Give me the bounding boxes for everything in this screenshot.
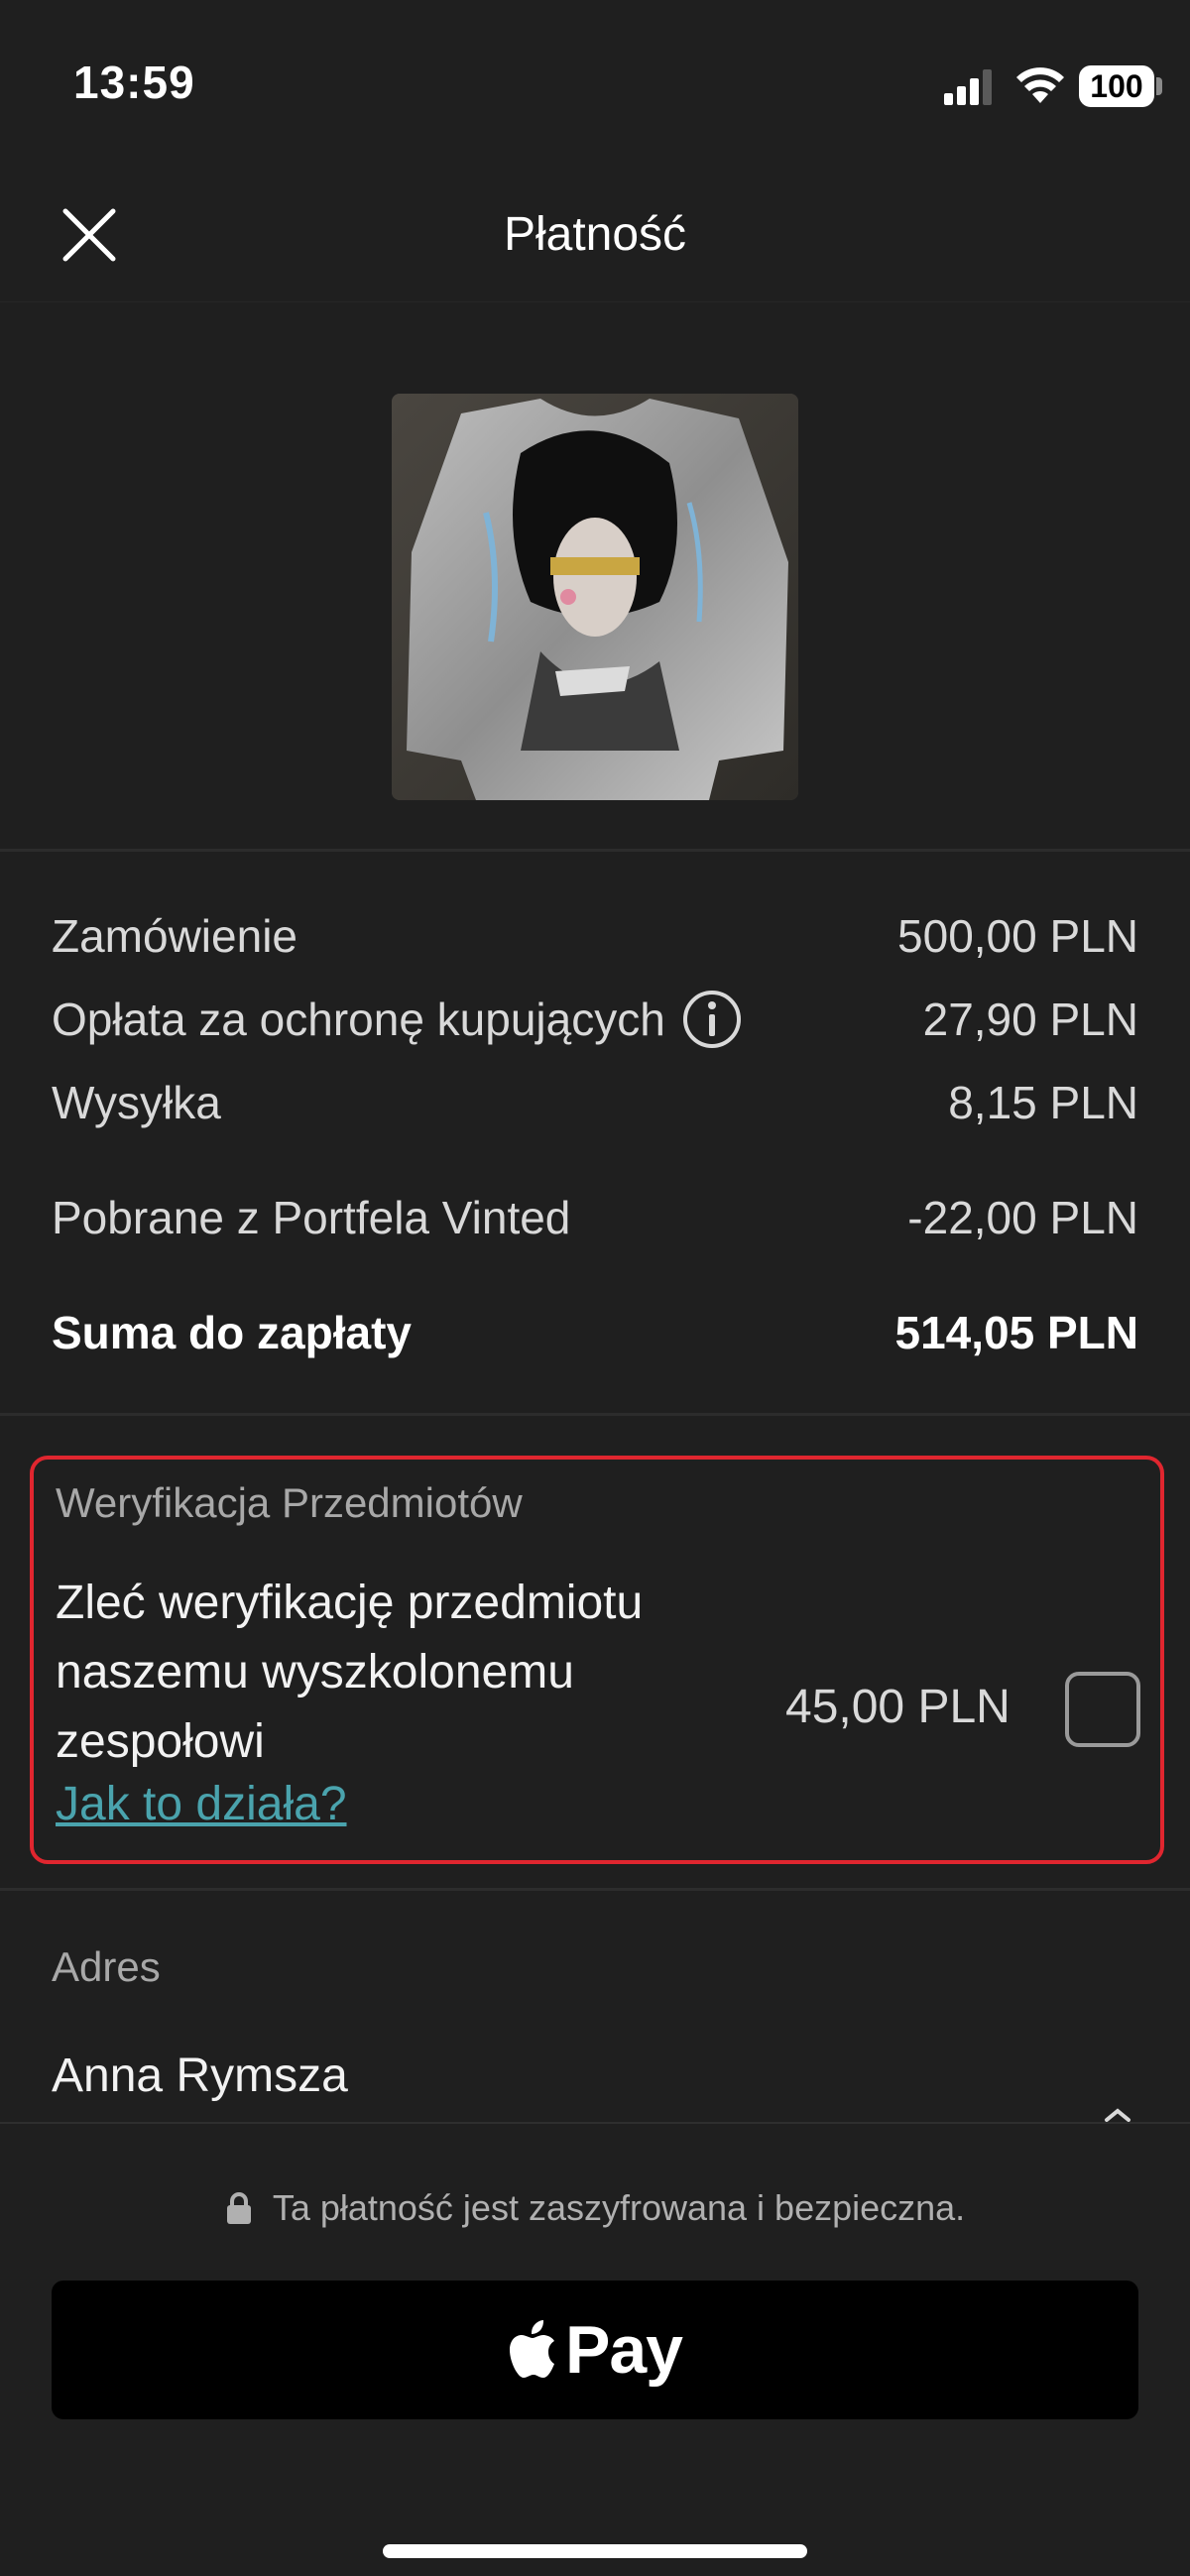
summary-value: 8,15 PLN [948, 1077, 1138, 1128]
payment-panel: Ta płatność jest zaszyfrowana i bezpiecz… [0, 2122, 1190, 2576]
verification-description: Zleć weryfikację przedmiotu naszemu wysz… [56, 1577, 644, 1768]
apple-pay-button[interactable]: Pay [52, 2281, 1138, 2419]
status-time: 13:59 [73, 57, 195, 108]
verification-checkbox[interactable] [1065, 1672, 1140, 1747]
sweatshirt-image [392, 394, 798, 800]
header: Płatność [0, 174, 1190, 302]
item-verification-box: Weryfikacja Przedmiotów Zleć weryfikację… [30, 1456, 1164, 1864]
summary-row-shipping: Wysyłka 8,15 PLN [52, 1068, 1138, 1137]
summary-row-order: Zamówienie 500,00 PLN [52, 901, 1138, 971]
address-heading: Adres [52, 1943, 161, 1990]
address-name[interactable]: Anna Rymsza [52, 2049, 348, 2103]
how-it-works-link[interactable]: Jak to działa? [56, 1777, 347, 1831]
summary-label: Zamówienie [52, 910, 298, 962]
secure-text: Ta płatność jest zaszyfrowana i bezpiecz… [272, 2187, 966, 2228]
divider [0, 1413, 1190, 1416]
total-value: 514,05 PLN [894, 1307, 1138, 1358]
verification-heading: Weryfikacja Przedmiotów [56, 1479, 523, 1526]
battery-tip [1156, 77, 1162, 95]
apple-logo-icon [510, 2320, 554, 2378]
summary-label-wrap: Opłata za ochronę kupujących [52, 989, 743, 1050]
lock-icon [226, 2192, 251, 2224]
total-label: Suma do zapłaty [52, 1307, 412, 1358]
cellular-signal-icon [944, 69, 992, 105]
summary-label: Opłata za ochronę kupujących [52, 994, 665, 1045]
wifi-icon [1016, 67, 1064, 103]
secure-notice: Ta płatność jest zaszyfrowana i bezpiecz… [0, 2187, 1190, 2229]
summary-value: 27,90 PLN [922, 994, 1138, 1045]
page-title: Płatność [503, 208, 687, 261]
info-icon[interactable] [681, 989, 743, 1050]
summary-row-total: Suma do zapłaty 514,05 PLN [52, 1298, 1138, 1367]
summary-label: Pobrane z Portfela Vinted [52, 1192, 571, 1243]
battery-icon: 100 [1079, 65, 1154, 107]
chevron-up-icon [1105, 2108, 1130, 2122]
divider [0, 1888, 1190, 1891]
battery-level: 100 [1090, 67, 1143, 104]
status-bar: 13:59 100 [0, 0, 1190, 174]
checkout-screen: 13:59 100 Płatność Zamówienie 500,00 PLN… [0, 0, 1190, 2576]
divider [0, 849, 1190, 852]
verification-price: 45,00 PLN [785, 1681, 1011, 1733]
home-indicator[interactable] [383, 2544, 807, 2558]
summary-row-buyer-protection: Opłata za ochronę kupujących 27,90 PLN [52, 985, 1138, 1054]
apple-pay-label: Pay [565, 2312, 683, 2388]
summary-label: Wysyłka [52, 1077, 221, 1128]
summary-row-wallet: Pobrane z Portfela Vinted -22,00 PLN [52, 1183, 1138, 1252]
summary-value: 500,00 PLN [897, 910, 1138, 962]
product-image[interactable] [392, 394, 798, 800]
summary-value: -22,00 PLN [907, 1192, 1138, 1243]
